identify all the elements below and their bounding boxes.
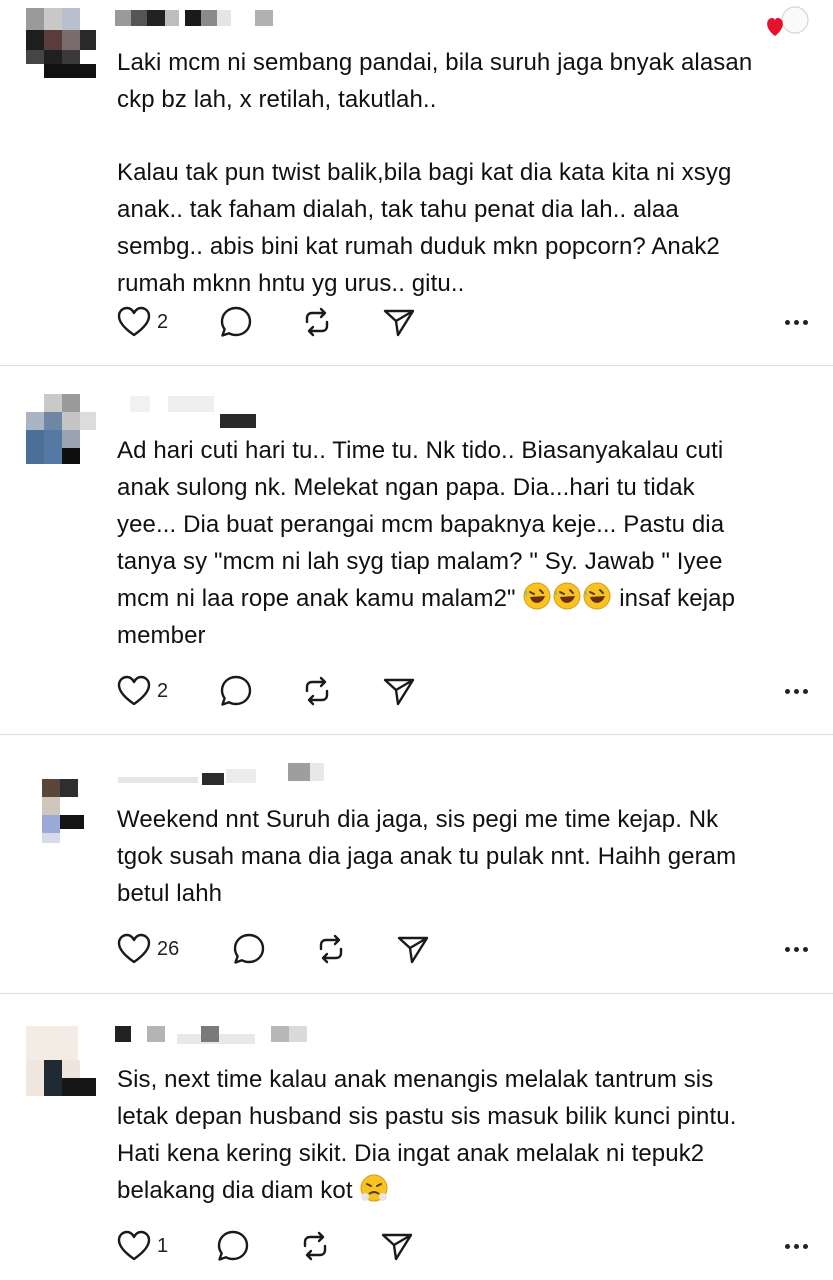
repost-arrows-icon — [303, 1231, 327, 1261]
avatar[interactable] — [26, 8, 96, 78]
heart-outline-icon — [117, 933, 151, 964]
post-body: Sis, next time kalau anak menangis melal… — [117, 1061, 807, 1209]
post-line: member — [117, 622, 206, 649]
post-line: Sis, next time kalau anak menangis melal… — [117, 1066, 714, 1093]
avatar[interactable] — [26, 394, 96, 464]
post-paragraph: Weekend nnt Suruh dia jaga, sis pegi me … — [117, 806, 737, 907]
more-button[interactable] — [785, 302, 808, 342]
share-button[interactable] — [380, 1226, 414, 1266]
face-with-steam-from-nose-icon — [360, 1174, 388, 1202]
post-paragraph: Laki mcm ni sembang pandai, bila suruh j… — [117, 49, 753, 113]
username-redacted[interactable] — [115, 1026, 315, 1048]
reply-button[interactable] — [216, 1226, 250, 1266]
rolling-laughing-icon — [523, 582, 551, 610]
post-line: Hati kena kering sikit. Dia ingat anak m… — [117, 1140, 705, 1167]
repost-button[interactable] — [298, 1226, 332, 1266]
speech-bubble-icon — [217, 1230, 249, 1261]
action-bar: 2 — [117, 302, 808, 342]
like-button[interactable]: 26 — [117, 929, 179, 969]
send-paper-plane-icon — [383, 678, 415, 706]
more-button[interactable] — [785, 1226, 808, 1266]
action-bar: 2 — [117, 671, 808, 711]
post-line: yee... Dia buat perangai mcm bapaknya ke… — [117, 511, 725, 538]
rolling-laughing-icon — [583, 582, 611, 610]
red-heart-icon — [767, 6, 809, 36]
heart-outline-icon — [117, 675, 151, 706]
post-1: Laki mcm ni sembang pandai, bila suruh j… — [0, 0, 833, 365]
more-dots-icon — [785, 688, 790, 694]
share-button[interactable] — [396, 929, 430, 969]
avatar[interactable] — [26, 1026, 96, 1096]
post-line: tanya sy "mcm ni lah syg tiap malam? " S… — [117, 548, 723, 575]
post-line: Ad hari cuti hari tu.. Time tu. Nk tido.… — [117, 437, 724, 464]
post-line: belakang dia diam kot — [117, 1177, 353, 1204]
repost-button[interactable] — [300, 671, 334, 711]
liked-badge — [765, 6, 811, 40]
post-line: mcm ni laa rope anak kamu malam2" — [117, 585, 516, 612]
post-body: Weekend nnt Suruh dia jaga, sis pegi me … — [117, 801, 807, 912]
rolling-laughing-icon — [553, 582, 581, 610]
share-button[interactable] — [382, 671, 416, 711]
post-2: Ad hari cuti hari tu.. Time tu. Nk tido.… — [0, 366, 833, 734]
send-paper-plane-icon — [381, 1233, 413, 1261]
more-dots-icon — [785, 319, 790, 325]
speech-bubble-icon — [220, 306, 252, 337]
reply-button[interactable] — [219, 671, 253, 711]
like-button[interactable]: 2 — [117, 302, 168, 342]
share-button[interactable] — [382, 302, 416, 342]
repost-button[interactable] — [314, 929, 348, 969]
action-bar: 26 — [117, 929, 808, 969]
heart-outline-icon — [117, 306, 151, 337]
heart-outline-icon — [117, 1230, 151, 1261]
post-line-with-emoji: mcm ni laa rope anak kamu malam2" insaf … — [117, 580, 807, 617]
like-button[interactable]: 1 — [117, 1226, 168, 1266]
action-bar: 1 — [117, 1226, 808, 1266]
like-button[interactable]: 2 — [117, 671, 168, 711]
post-3: Weekend nnt Suruh dia jaga, sis pegi me … — [0, 735, 833, 993]
post-line: insaf kejap — [619, 585, 736, 612]
like-count: 1 — [157, 1234, 169, 1257]
more-dots-icon — [785, 946, 790, 952]
like-count: 2 — [157, 679, 169, 702]
reply-button[interactable] — [219, 302, 253, 342]
post-body: Ad hari cuti hari tu.. Time tu. Nk tido.… — [117, 432, 807, 654]
avatar[interactable] — [42, 779, 102, 849]
send-paper-plane-icon — [383, 309, 415, 337]
post-line-with-emoji: belakang dia diam kot — [117, 1172, 807, 1209]
post-4: Sis, next time kalau anak menangis melal… — [0, 994, 833, 1280]
speech-bubble-icon — [220, 675, 252, 706]
like-count: 26 — [157, 937, 180, 960]
post-paragraph: Kalau tak pun twist balik,bila bagi kat … — [117, 159, 732, 297]
rolling-on-floor-laughing-emoji — [522, 582, 619, 612]
username-redacted[interactable] — [118, 763, 338, 787]
username-redacted[interactable] — [130, 396, 290, 428]
repost-button[interactable] — [300, 302, 334, 342]
more-button[interactable] — [785, 671, 808, 711]
speech-bubble-icon — [233, 933, 265, 964]
repost-arrows-icon — [305, 676, 329, 706]
username-redacted[interactable] — [115, 10, 275, 26]
more-button[interactable] — [785, 929, 808, 969]
repost-arrows-icon — [305, 307, 329, 337]
post-line: anak sulong nk. Melekat ngan papa. Dia..… — [117, 474, 695, 501]
send-paper-plane-icon — [397, 936, 429, 964]
post-body: Laki mcm ni sembang pandai, bila suruh j… — [117, 44, 807, 302]
post-line: letak depan husband sis pastu sis masuk … — [117, 1103, 737, 1130]
reply-button[interactable] — [232, 929, 266, 969]
like-count: 2 — [157, 310, 169, 333]
repost-arrows-icon — [319, 934, 343, 964]
more-dots-icon — [785, 1243, 790, 1249]
